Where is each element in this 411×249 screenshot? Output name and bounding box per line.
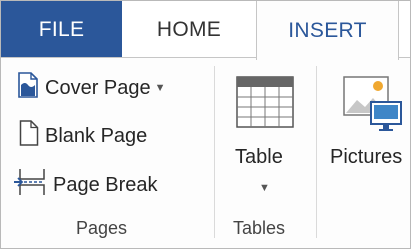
dropdown-caret-icon[interactable]: ▼ <box>259 182 270 194</box>
insert-ribbon-body: Cover Page ▼ Blank Page Page Break Pages… <box>1 58 410 248</box>
tab-insert[interactable]: INSERT <box>256 1 399 60</box>
table-button[interactable] <box>236 76 294 133</box>
blank-page-button[interactable]: Blank Page <box>19 120 147 152</box>
blank-page-label: Blank Page <box>45 124 148 147</box>
dropdown-caret-icon: ▼ <box>154 82 166 94</box>
cover-page-icon <box>17 72 39 104</box>
pictures-button[interactable] <box>343 76 403 141</box>
page-break-button[interactable]: Page Break <box>13 168 158 202</box>
tab-home-label: HOME <box>156 17 222 41</box>
page-break-icon <box>13 168 47 202</box>
tables-group-label: Tables <box>233 218 286 238</box>
pictures-icon <box>343 76 402 131</box>
page-break-label: Page Break <box>53 173 158 196</box>
group-separator <box>316 66 317 238</box>
ribbon-tab-bar: FILE HOME INSERT <box>1 1 410 60</box>
tab-home[interactable]: HOME <box>122 1 256 58</box>
tab-insert-label: INSERT <box>288 18 367 42</box>
cover-page-button[interactable]: Cover Page ▼ <box>17 72 166 104</box>
tab-file[interactable]: FILE <box>1 1 122 58</box>
table-label[interactable]: Table <box>235 146 283 169</box>
blank-page-icon <box>19 120 39 152</box>
group-separator <box>214 66 215 238</box>
tab-file-label: FILE <box>38 17 85 41</box>
word-ribbon: FILE HOME INSERT Cover Page ▼ Blank Page… <box>0 0 411 249</box>
table-icon <box>236 76 294 128</box>
cover-page-label: Cover Page <box>45 76 151 99</box>
pages-group-label: Pages <box>76 218 128 238</box>
pictures-label[interactable]: Pictures <box>330 146 402 169</box>
